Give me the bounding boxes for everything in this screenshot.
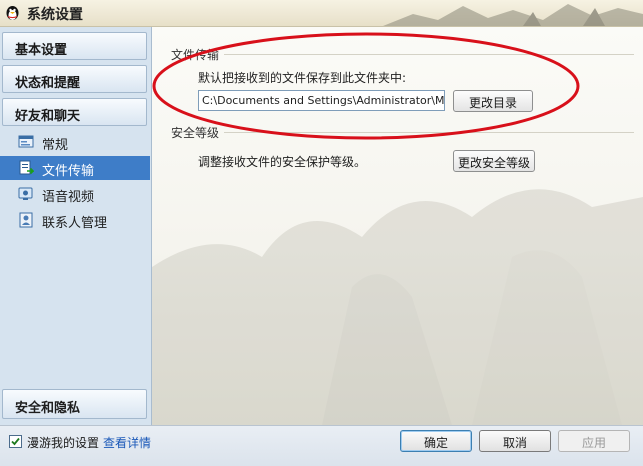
view-details-link[interactable]: 查看详情 — [103, 434, 151, 451]
sidebar-item-label: 语音视频 — [42, 190, 95, 205]
sidebar-item-general[interactable]: 常规 — [0, 130, 150, 154]
section-label: 基本设置 — [15, 43, 68, 58]
sidebar-item-file-transfer[interactable]: 文件传输 — [0, 156, 150, 180]
settings-panel: 文件传输 默认把接收到的文件保存到此文件夹中: C:\Documents and… — [152, 27, 643, 425]
cancel-button[interactable]: 取消 — [479, 430, 551, 452]
contacts-icon — [19, 212, 33, 228]
change-security-level-button[interactable]: 更改安全等级 — [453, 150, 535, 172]
security-level-description: 调整接收文件的安全保护等级。 — [198, 155, 367, 169]
sidebar-item-contacts[interactable]: 联系人管理 — [0, 208, 150, 232]
section-label: 安全和隐私 — [15, 401, 81, 416]
save-folder-description: 默认把接收到的文件保存到此文件夹中: — [198, 71, 407, 85]
section-friends-and-chat[interactable]: 好友和聊天 — [2, 98, 147, 126]
change-directory-button[interactable]: 更改目录 — [453, 90, 533, 112]
section-label: 好友和聊天 — [15, 109, 81, 124]
sidebar-item-label: 联系人管理 — [42, 216, 108, 231]
chat-window-icon — [18, 135, 34, 148]
scenery-decoration — [383, 4, 643, 26]
divider — [224, 54, 634, 55]
save-folder-path-input[interactable]: C:\Documents and Settings\Administrator\… — [198, 90, 445, 111]
window-title: 系统设置 — [27, 7, 83, 23]
file-transfer-icon — [19, 160, 34, 175]
sidebar-item-label: 文件传输 — [42, 164, 95, 179]
landscape-background — [152, 189, 643, 425]
section-status-and-alerts[interactable]: 状态和提醒 — [2, 65, 147, 93]
roam-settings-label: 漫游我的设置 — [27, 436, 100, 450]
sidebar-item-voice-video[interactable]: 语音视频 — [0, 182, 150, 206]
penguin-icon — [6, 6, 19, 20]
apply-button[interactable]: 应用 — [558, 430, 630, 452]
sidebar: 基本设置 状态和提醒 好友和聊天 常规 文件传输 语音视频 联系人管理 安全和隐… — [0, 27, 152, 425]
section-security-and-privacy[interactable]: 安全和隐私 — [2, 389, 147, 419]
video-icon — [18, 187, 33, 200]
section-basic-settings[interactable]: 基本设置 — [2, 32, 147, 60]
title-bar[interactable]: 系统设置 — [0, 0, 643, 27]
file-transfer-heading: 文件传输 — [171, 48, 220, 62]
section-label: 状态和提醒 — [15, 76, 81, 91]
footer-bar: 漫游我的设置 查看详情 确定 取消 应用 — [0, 425, 643, 466]
divider — [224, 132, 634, 133]
roam-settings-checkbox[interactable] — [9, 435, 22, 448]
ok-button[interactable]: 确定 — [400, 430, 472, 452]
sidebar-item-label: 常规 — [42, 138, 69, 153]
security-level-heading: 安全等级 — [171, 126, 220, 140]
checkmark-icon — [11, 437, 20, 446]
